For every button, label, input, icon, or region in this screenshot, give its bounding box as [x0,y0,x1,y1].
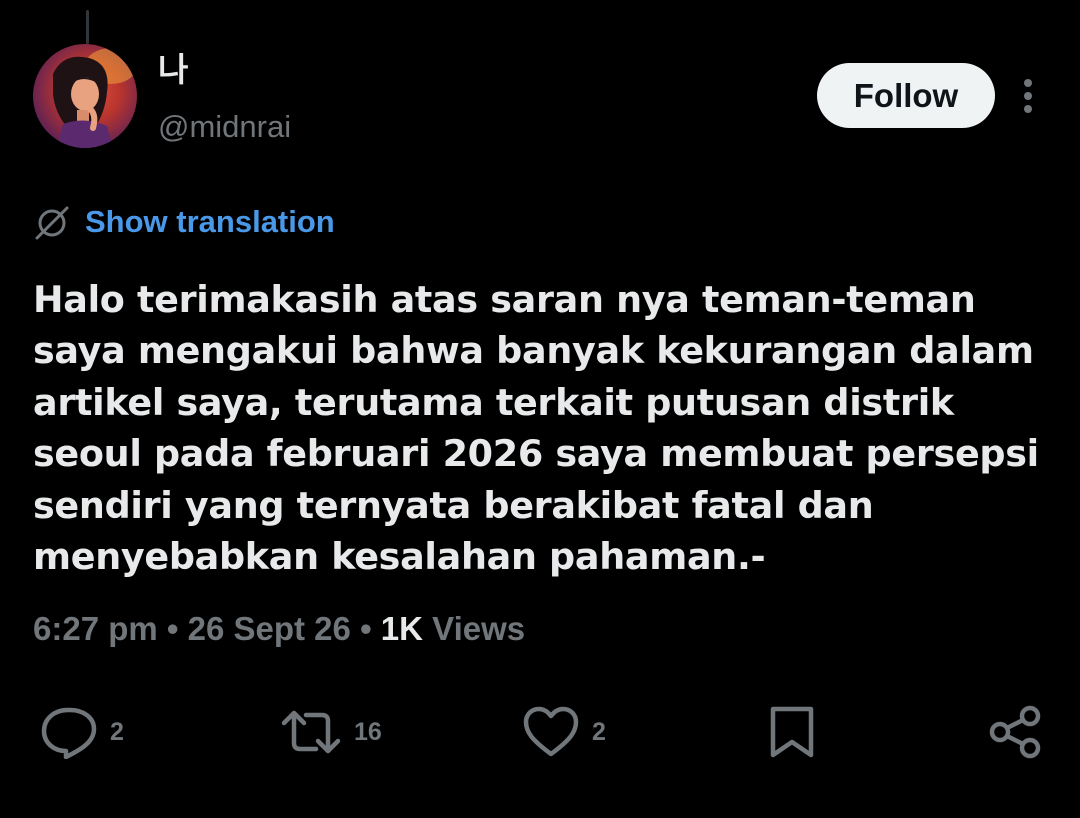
bookmark-icon [770,706,814,758]
show-translation-link[interactable]: Show translation [33,200,335,244]
more-vertical-icon [1024,79,1032,113]
meta-separator: • [166,610,179,647]
avatar[interactable] [33,44,137,148]
retweet-icon [281,710,341,754]
avatar-illustration [33,44,137,148]
tweet-text: Halo terimakasih atas saran nya teman-te… [33,274,1043,582]
follow-button[interactable]: Follow [817,63,995,128]
tweet-text-line: sendiri yang ternyata berakibat fatal da… [33,483,874,527]
heart-icon [523,706,579,757]
globe-slash-icon [35,206,69,240]
views-label: Views [432,610,526,647]
author-display-name[interactable]: 나 [158,50,188,90]
tweet-date[interactable]: 26 Sept 26 [188,610,351,647]
thread-connector-line [86,10,89,44]
meta-separator: • [360,610,372,647]
tweet-meta: 6:27 pm • 26 Sept 26 • 1K Views [33,606,525,652]
tweet-text-line: artikel saya, terutama terkait putusan d… [33,380,954,424]
tweet-text-line: seoul pada februari 2026 saya membuat pe… [33,432,1039,476]
views-count: 1K [380,610,423,647]
reply-icon [41,707,97,759]
retweet-button[interactable]: 16 [280,700,382,764]
share-button[interactable] [988,700,1044,764]
tweet-text-line: menyebabkan kesalahan pahaman.- [33,535,766,579]
show-translation-label: Show translation [85,204,335,239]
author-handle[interactable]: @midnrai [158,108,291,146]
more-options-button[interactable] [1008,74,1048,118]
retweet-count: 16 [354,717,382,746]
share-icon [989,705,1041,759]
tweet-text-line: Halo terimakasih atas saran nya teman-te… [33,278,976,321]
reply-button[interactable]: 2 [40,700,124,764]
tweet-text-line: saya mengakui bahwa banyak kekurangan da… [33,329,1034,373]
tweet-time[interactable]: 6:27 pm [33,610,158,647]
like-button[interactable]: 2 [522,700,606,764]
like-count: 2 [592,717,606,746]
reply-count: 2 [110,717,124,746]
bookmark-button[interactable] [768,700,816,764]
